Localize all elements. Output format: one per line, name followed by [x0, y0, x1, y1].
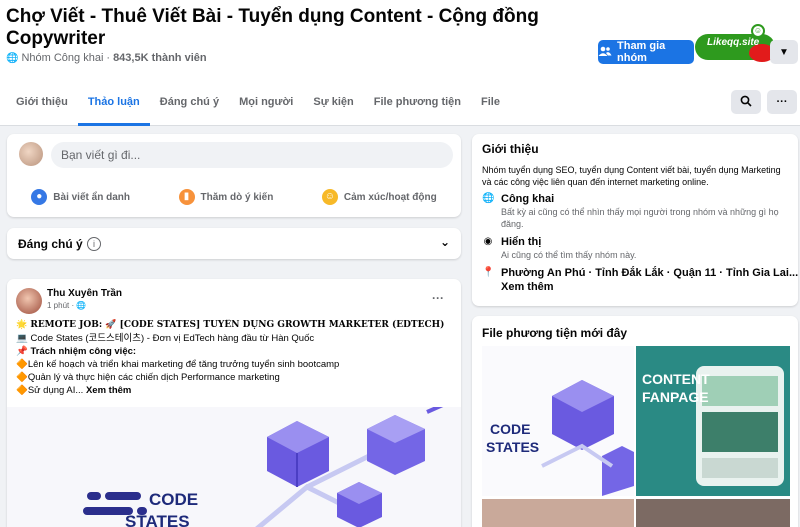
tab-people[interactable]: Mọi người	[229, 88, 303, 126]
media-thumbnail[interactable]: CODE STATES	[482, 346, 634, 496]
group-tabs: Giới thiệu Thảo luận Đáng chú ý Mọi ngườ…	[6, 88, 510, 126]
about-card: Giới thiệu Nhóm tuyển dụng SEO, tuyển dụ…	[472, 134, 798, 306]
thumb-code-text: CODE	[490, 421, 530, 437]
group-privacy[interactable]: Nhóm Công khai	[21, 52, 103, 64]
group-title[interactable]: Chợ Viết - Thuê Viết Bài - Tuyển dụng Co…	[6, 6, 566, 50]
incognito-icon: ●	[31, 189, 48, 205]
globe-icon: 🌐	[482, 193, 495, 204]
see-more-link[interactable]: Xem thêm	[86, 385, 131, 396]
group-meta: 🌐 Nhóm Công khai · 843,5K thành viên	[6, 52, 207, 64]
about-description: Nhóm tuyển dụng SEO, tuyển dụng Content …	[482, 165, 781, 187]
globe-icon: 🌐	[76, 301, 87, 310]
post-options-button[interactable]: ···	[432, 291, 444, 305]
post-body: 🌟 REMOTE JOB: 🚀 [CODE STATES] TUYỂN DỤNG…	[16, 319, 452, 397]
feed-post: Thu Xuyên Trần 1 phút · 🌐 ··· 🌟 REMOTE J…	[7, 279, 461, 527]
meta-separator: ·	[106, 52, 111, 64]
globe-icon: 🌐	[6, 52, 19, 64]
search-button[interactable]	[731, 90, 761, 114]
ellipsis-icon: ···	[776, 96, 788, 108]
public-description: Bất kỳ ai cũng có thể nhìn thấy mọi ngườ…	[501, 207, 779, 229]
tab-about[interactable]: Giới thiệu	[6, 88, 78, 126]
join-group-label: Tham gia nhóm	[617, 40, 666, 64]
visibility-info: ◉ Hiển thị Ai cũng có thể tìm thấy nhóm …	[482, 235, 788, 261]
image-code-text: CODE	[149, 490, 198, 509]
anonymous-post-label: Bài viết ẩn danh	[53, 191, 130, 203]
composer-actions: ● Bài viết ẩn danh ▮ Thăm dò ý kiến ☺ Cả…	[7, 184, 461, 210]
featured-section[interactable]: Đáng chú ý i ⌄	[7, 228, 461, 259]
feeling-activity-label: Cảm xúc/hoạt động	[343, 191, 437, 203]
thumb-fanpage-text: FANPAGE	[642, 389, 709, 405]
public-title: Công khai	[501, 193, 555, 205]
image-states-text: STATES	[125, 512, 190, 527]
people-icon	[598, 46, 612, 59]
smiley-face-icon: ☺	[751, 24, 765, 38]
poll-button[interactable]: ▮ Thăm dò ý kiến	[178, 184, 274, 210]
featured-label: Đáng chú ý	[18, 237, 83, 251]
map-pin-icon: 📍	[482, 267, 495, 278]
visible-description: Ai cũng có thể tìm thấy nhóm này.	[501, 250, 637, 260]
member-count[interactable]: 843,5K thành viên	[113, 52, 207, 64]
author-avatar[interactable]	[16, 288, 42, 314]
media-title: File phương tiện mới đây	[482, 326, 628, 340]
media-thumbnail[interactable]: CONTENT FANPAGE	[636, 346, 790, 496]
user-avatar[interactable]	[19, 142, 43, 166]
media-thumbnail[interactable]	[636, 499, 790, 527]
post-line-text: 🔶Sử dụng AI...	[16, 385, 86, 396]
chevron-down-icon[interactable]: ⌄	[440, 235, 450, 249]
thumb-content-text: CONTENT	[642, 371, 710, 387]
group-more-button[interactable]: ···	[767, 90, 797, 114]
code-states-graphic: CODE STATES	[83, 395, 461, 527]
join-group-button[interactable]: Tham gia nhóm	[598, 40, 694, 64]
location-text[interactable]: Phường An Phú · Tỉnh Đắk Lắk · Quận 11 ·…	[501, 266, 798, 280]
composer-input[interactable]: Bạn viết gì đi...	[51, 142, 453, 168]
chevron-down-icon: ▼	[779, 46, 789, 58]
about-title: Giới thiệu	[482, 142, 539, 156]
smiley-icon: ☺	[321, 189, 338, 205]
more-options-button[interactable]: ▼	[770, 40, 798, 64]
recent-media-card: File phương tiện mới đây CODE STATES CON…	[472, 316, 798, 527]
poll-icon: ▮	[178, 189, 195, 205]
post-composer: Bạn viết gì đi... ● Bài viết ẩn danh ▮ T…	[7, 134, 461, 217]
about-see-more[interactable]: Xem thêm	[501, 280, 798, 294]
post-line: 📌 Trách nhiệm công việc:	[16, 346, 137, 357]
location-info: 📍 Phường An Phú · Tỉnh Đắk Lắk · Quận 11…	[482, 266, 798, 294]
post-time-text: 1 phút ·	[47, 301, 75, 310]
info-icon[interactable]: i	[87, 237, 101, 251]
post-line: 🔶Lên kế hoạch và triển khai marketing để…	[16, 359, 340, 370]
eye-icon: ◉	[483, 236, 493, 247]
watermark-logo: ☺ Likeqq.site	[695, 24, 777, 64]
post-line: 🌟 REMOTE JOB: 🚀 [CODE STATES] TUYỂN DỤNG…	[16, 320, 445, 330]
watermark-text: Likeqq.site	[707, 37, 760, 48]
tab-discussion[interactable]: Thảo luận	[77, 88, 150, 126]
tab-files[interactable]: File	[471, 88, 510, 126]
post-line-last: 🔶Sử dụng AI... Xem thêm	[16, 384, 452, 397]
post-line: 🔶Quản lý và thực hiện các chiến dịch Per…	[16, 372, 280, 383]
post-author[interactable]: Thu Xuyên Trần	[47, 288, 122, 299]
tab-featured[interactable]: Đáng chú ý	[150, 88, 229, 126]
anonymous-post-button[interactable]: ● Bài viết ẩn danh	[31, 184, 130, 210]
poll-label: Thăm dò ý kiến	[200, 191, 274, 203]
tab-events[interactable]: Sự kiện	[303, 88, 363, 126]
feeling-activity-button[interactable]: ☺ Cảm xúc/hoạt động	[321, 184, 437, 210]
public-info: 🌐 Công khai Bất kỳ ai cũng có thể nhìn t…	[482, 192, 788, 230]
visible-title: Hiển thị	[501, 236, 542, 248]
group-header: Chợ Viết - Thuê Viết Bài - Tuyển dụng Co…	[0, 0, 800, 126]
post-image[interactable]: CODE STATES	[7, 395, 461, 527]
tab-media[interactable]: File phương tiện	[364, 88, 471, 126]
post-time[interactable]: 1 phút · 🌐	[47, 301, 86, 310]
post-line: 💻 Code States (코드스테이츠) - Đơn vị EdTech h…	[16, 333, 315, 344]
search-icon	[740, 95, 752, 110]
media-thumbnail[interactable]	[482, 499, 634, 527]
thumb-states-text: STATES	[486, 439, 539, 455]
